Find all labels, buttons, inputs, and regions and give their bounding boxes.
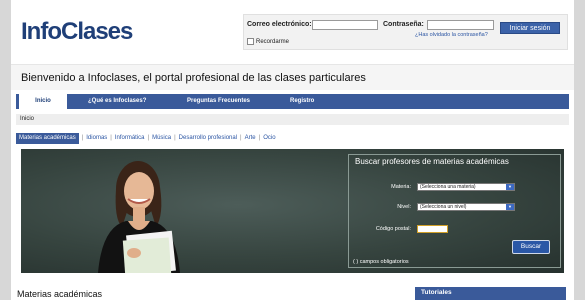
nav-item-preguntas[interactable]: Preguntas Frecuentes — [187, 94, 250, 109]
category-musica[interactable]: Música — [152, 135, 171, 141]
hero-banner: Buscar profesores de materias académicas… — [21, 149, 564, 273]
forgot-password-link[interactable]: ¿Has olvidado la contraseña? — [415, 32, 488, 38]
search-title: Buscar profesores de materias académicas — [355, 157, 509, 166]
level-select[interactable]: (Selecciona un nivel) ▼ — [417, 203, 515, 211]
search-form: Buscar profesores de materias académicas… — [348, 154, 561, 268]
subject-label: Materia: — [391, 184, 411, 190]
category-informatica[interactable]: Informática — [115, 135, 145, 141]
category-arte[interactable]: Arte — [245, 135, 256, 141]
category-idiomas[interactable]: Idiomas — [86, 135, 107, 141]
logo[interactable]: InfoClases — [21, 18, 133, 46]
category-ocio[interactable]: Ocio — [263, 135, 275, 141]
postal-code-input[interactable] — [417, 225, 448, 233]
subject-select-value: (Selecciona una materia) — [420, 184, 476, 190]
page: InfoClases Correo electrónico: Contraseñ… — [11, 0, 574, 300]
level-label: Nivel: — [397, 204, 411, 210]
sidebar-tutoriales-header[interactable]: Tutoriales — [415, 287, 566, 300]
category-materias[interactable]: Materias académicas — [16, 133, 79, 144]
remember-label: Recordarme — [256, 39, 290, 46]
password-label: Contraseña: — [383, 21, 424, 28]
chevron-down-icon: ▼ — [506, 204, 514, 210]
logo-text-info: Info — [21, 18, 62, 45]
breadcrumb: Inicio — [16, 114, 569, 125]
postal-label: Código postal: — [375, 226, 411, 232]
login-button[interactable]: Iniciar sesión — [500, 22, 560, 34]
email-label: Correo electrónico: — [247, 21, 312, 28]
search-button[interactable]: Buscar — [512, 240, 550, 254]
level-select-value: (Selecciona un nivel) — [420, 204, 467, 210]
teacher-photo — [98, 161, 180, 273]
logo-text-clases: Clases — [60, 18, 133, 45]
required-note: ( ) campos obligatorios — [353, 259, 409, 265]
nav-item-que-es[interactable]: ¿Qué es Infoclases? — [88, 94, 146, 109]
main-nav: Inicio ¿Qué es Infoclases? Preguntas Fre… — [16, 94, 569, 109]
section-title: Materias académicas — [17, 289, 103, 299]
nav-item-inicio[interactable]: Inicio — [19, 94, 67, 109]
remember-checkbox[interactable] — [247, 38, 254, 45]
email-field[interactable] — [312, 20, 378, 30]
category-tabs: Materias académicas | Idiomas | Informática |… — [16, 133, 276, 144]
welcome-bar: Bienvenido a Infoclases, el portal profe… — [11, 64, 574, 90]
password-field[interactable] — [427, 20, 494, 30]
subject-select[interactable]: (Selecciona una materia) ▼ — [417, 183, 515, 191]
nav-item-registro[interactable]: Registro — [290, 94, 314, 109]
remember-me[interactable]: Recordarme — [247, 38, 289, 45]
chevron-down-icon: ▼ — [506, 184, 514, 190]
category-desarrollo[interactable]: Desarrollo profesional — [179, 135, 237, 141]
login-panel: Correo electrónico: Contraseña: Iniciar … — [243, 14, 568, 50]
header: InfoClases Correo electrónico: Contraseñ… — [11, 0, 574, 64]
welcome-heading: Bienvenido a Infoclases, el portal profe… — [21, 72, 366, 84]
